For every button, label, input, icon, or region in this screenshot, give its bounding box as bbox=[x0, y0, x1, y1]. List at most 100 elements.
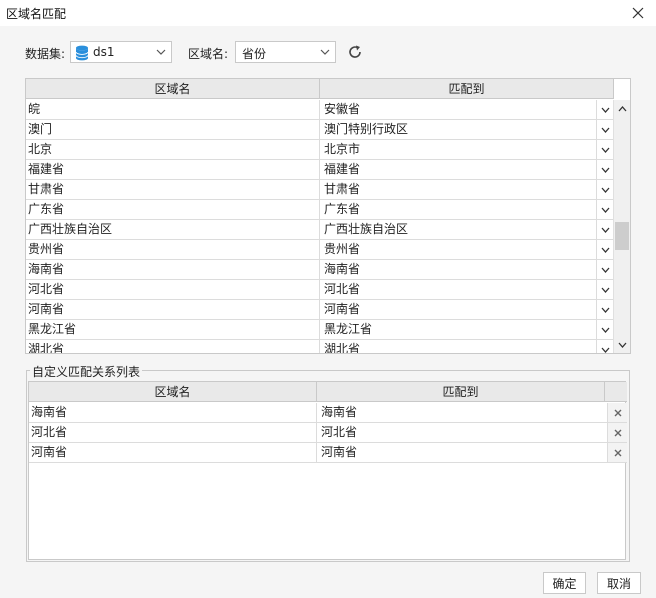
match-value: 河北省 bbox=[324, 282, 361, 296]
match-dropdown[interactable]: 贵州省 bbox=[320, 240, 614, 259]
region-name-cell[interactable]: 北京 bbox=[26, 140, 320, 159]
match-dropdown[interactable]: 湖北省 bbox=[320, 340, 614, 353]
dropdown-arrow[interactable] bbox=[596, 100, 614, 119]
match-value: 广西壮族自治区 bbox=[324, 222, 409, 236]
region-name-cell[interactable]: 黑龙江省 bbox=[26, 320, 320, 339]
match-dropdown[interactable]: 黑龙江省 bbox=[320, 320, 614, 339]
custom-column-header-region[interactable]: 区域名 bbox=[29, 382, 317, 402]
dropdown-arrow[interactable] bbox=[596, 140, 614, 159]
custom-table-row[interactable]: 海南省 海南省 bbox=[29, 403, 627, 423]
column-header-region[interactable]: 区域名 bbox=[26, 79, 320, 99]
custom-table-row[interactable]: 河南省 河南省 bbox=[29, 443, 627, 463]
dataset-select[interactable]: ds1 bbox=[70, 41, 172, 63]
table-row[interactable]: 海南省 海南省 bbox=[26, 260, 614, 280]
dropdown-arrow[interactable] bbox=[596, 120, 614, 139]
table-row[interactable]: 福建省 福建省 bbox=[26, 160, 614, 180]
dropdown-arrow[interactable] bbox=[596, 260, 614, 279]
table-row[interactable]: 甘肃省 甘肃省 bbox=[26, 180, 614, 200]
region-name-cell[interactable]: 广东省 bbox=[26, 200, 320, 219]
dropdown-arrow[interactable] bbox=[596, 180, 614, 199]
chevron-down-icon bbox=[601, 347, 610, 353]
dropdown-arrow[interactable] bbox=[596, 240, 614, 259]
dropdown-arrow[interactable] bbox=[596, 220, 614, 239]
match-value: 湖北省 bbox=[324, 342, 361, 353]
delete-x-icon bbox=[614, 429, 621, 436]
table-row[interactable]: 河北省 河北省 bbox=[26, 280, 614, 300]
column-header-match[interactable]: 匹配到 bbox=[320, 79, 614, 99]
match-dropdown[interactable]: 安徽省 bbox=[320, 100, 614, 119]
match-dropdown[interactable]: 澳门特别行政区 bbox=[320, 120, 614, 139]
match-dropdown[interactable]: 河北省 bbox=[320, 280, 614, 299]
region-name-cell[interactable]: 河南省 bbox=[26, 300, 320, 319]
vertical-scrollbar[interactable] bbox=[613, 100, 630, 353]
table-row[interactable]: 广西壮族自治区 广西壮族自治区 bbox=[26, 220, 614, 240]
region-select[interactable]: 省份 bbox=[235, 41, 336, 63]
table-row[interactable]: 黑龙江省 黑龙江省 bbox=[26, 320, 614, 340]
region-name-cell[interactable]: 广西壮族自治区 bbox=[26, 220, 320, 239]
region-name-cell[interactable]: 澳门 bbox=[26, 120, 320, 139]
custom-match-value: 河北省 bbox=[321, 425, 358, 439]
table-row[interactable]: 广东省 广东省 bbox=[26, 200, 614, 220]
scroll-down-button[interactable] bbox=[614, 336, 630, 353]
table-row[interactable]: 贵州省 贵州省 bbox=[26, 240, 614, 260]
custom-column-header-match[interactable]: 匹配到 bbox=[317, 382, 605, 402]
custom-region-name-cell[interactable]: 河南省 bbox=[29, 443, 317, 462]
table-row[interactable]: 皖安徽省 bbox=[26, 100, 614, 120]
match-value: 贵州省 bbox=[324, 242, 361, 256]
chevron-down-icon bbox=[601, 147, 610, 153]
custom-region-name-cell[interactable]: 海南省 bbox=[29, 403, 317, 422]
region-name-cell[interactable]: 贵州省 bbox=[26, 240, 320, 259]
refresh-icon[interactable] bbox=[346, 43, 364, 61]
dataset-label: 数据集: bbox=[25, 47, 66, 61]
cancel-button[interactable]: 取消 bbox=[597, 572, 641, 594]
custom-region-name-cell[interactable]: 河北省 bbox=[29, 423, 317, 442]
chevron-down-icon bbox=[601, 187, 610, 193]
custom-table-row[interactable]: 河北省 河北省 bbox=[29, 423, 627, 443]
match-dropdown[interactable]: 广西壮族自治区 bbox=[320, 220, 614, 239]
match-dropdown[interactable]: 福建省 bbox=[320, 160, 614, 179]
match-dropdown[interactable]: 甘肃省 bbox=[320, 180, 614, 199]
match-dropdown[interactable]: 河南省 bbox=[320, 300, 614, 319]
custom-match-cell[interactable]: 海南省 bbox=[317, 403, 627, 422]
region-name-cell[interactable]: 福建省 bbox=[26, 160, 320, 179]
delete-row-button[interactable] bbox=[607, 443, 627, 462]
table-row[interactable]: 北京 北京市 bbox=[26, 140, 614, 160]
match-value: 黑龙江省 bbox=[324, 322, 373, 336]
delete-row-button[interactable] bbox=[607, 423, 627, 442]
table-body: 皖安徽省 澳门 澳门特别行政区 北京 北京市 福建省 福建省 甘肃省 甘肃省 广东省 广东省 广西壮族… bbox=[26, 100, 614, 353]
custom-match-value: 海南省 bbox=[321, 405, 358, 419]
scroll-thumb[interactable] bbox=[615, 222, 629, 251]
scroll-up-button[interactable] bbox=[614, 100, 630, 117]
match-value: 福建省 bbox=[324, 162, 361, 176]
region-name-cell[interactable]: 河北省 bbox=[26, 280, 320, 299]
custom-column-header-action bbox=[605, 382, 627, 402]
match-dropdown[interactable]: 海南省 bbox=[320, 260, 614, 279]
table-row[interactable]: 湖北省 湖北省 bbox=[26, 340, 614, 353]
dropdown-arrow[interactable] bbox=[596, 300, 614, 319]
table-row[interactable]: 河南省 河南省 bbox=[26, 300, 614, 320]
title-bar: 区域名匹配 bbox=[0, 0, 656, 26]
ok-button[interactable]: 确定 bbox=[543, 572, 586, 594]
chevron-down-icon bbox=[601, 167, 610, 173]
match-dropdown[interactable]: 北京市 bbox=[320, 140, 614, 159]
delete-row-button[interactable] bbox=[607, 403, 627, 422]
dropdown-arrow[interactable] bbox=[596, 320, 614, 339]
chevron-down-icon bbox=[601, 227, 610, 233]
chevron-up-icon bbox=[618, 105, 626, 111]
dropdown-arrow[interactable] bbox=[596, 280, 614, 299]
delete-x-icon bbox=[614, 409, 621, 416]
match-dropdown[interactable]: 广东省 bbox=[320, 200, 614, 219]
dropdown-arrow[interactable] bbox=[596, 200, 614, 219]
custom-match-cell[interactable]: 河北省 bbox=[317, 423, 627, 442]
close-button[interactable] bbox=[626, 2, 650, 24]
custom-match-cell[interactable]: 河南省 bbox=[317, 443, 627, 462]
region-name-cell[interactable]: 皖 bbox=[26, 100, 320, 119]
table-row[interactable]: 澳门 澳门特别行政区 bbox=[26, 120, 614, 140]
chevron-down-icon bbox=[601, 127, 610, 133]
region-name-cell[interactable]: 湖北省 bbox=[26, 340, 320, 353]
region-name-cell[interactable]: 甘肃省 bbox=[26, 180, 320, 199]
dropdown-arrow[interactable] bbox=[596, 160, 614, 179]
dropdown-arrow[interactable] bbox=[596, 340, 614, 353]
chevron-down-icon bbox=[601, 207, 610, 213]
region-name-cell[interactable]: 海南省 bbox=[26, 260, 320, 279]
